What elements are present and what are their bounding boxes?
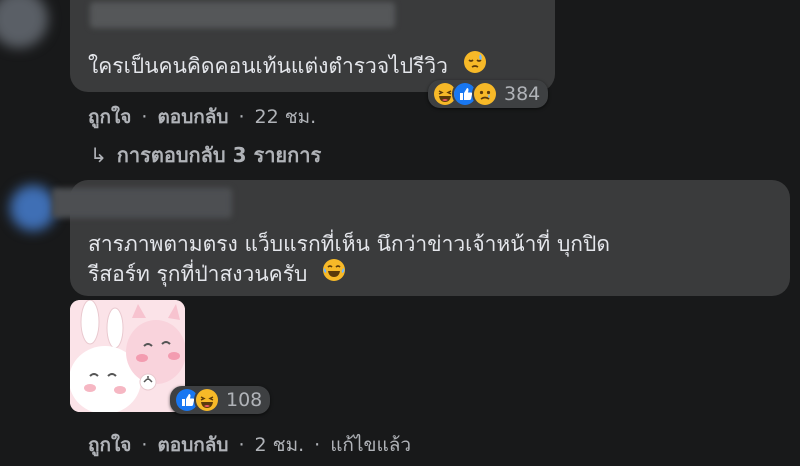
separator-dot: · [141,106,148,128]
comment-text: ใครเป็นคนคิดคอนเท้นแต่งตำรวจไปรีวิว [88,50,487,84]
reply-link[interactable]: ตอบกลับ [157,430,228,460]
like-link[interactable]: ถูกใจ [88,430,131,460]
sleepy-emoji-icon [463,50,487,84]
reaction-summary[interactable]: 108 [170,386,271,414]
reaction-summary[interactable]: 384 [428,80,549,108]
commenter-name[interactable] [90,2,395,28]
reply-arrow-icon: ↳ [90,143,107,167]
avatar[interactable] [10,185,56,231]
commenter-name[interactable] [52,188,232,218]
separator-dot: · [314,434,321,456]
timestamp[interactable]: 22 ชม. [255,102,317,132]
separator-dot: · [238,434,245,456]
sad-icon [472,81,498,107]
view-replies-link[interactable]: ↳ การตอบกลับ 3 รายการ [90,139,321,171]
haha-icon [194,387,220,413]
like-link[interactable]: ถูกใจ [88,102,131,132]
reply-link[interactable]: ตอบกลับ [157,102,228,132]
reaction-count: 384 [504,83,541,105]
sticker-image[interactable] [70,300,185,412]
edited-label[interactable]: แก้ไขแล้ว [330,430,411,460]
replies-label: การตอบกลับ 3 รายการ [116,143,322,167]
comment-actions: ถูกใจ · ตอบกลับ · 2 ชม. · แก้ไขแล้ว [88,430,411,460]
comment-text-line-2: รีสอร์ท รุกที่ป่าสงวนครับ [88,258,346,292]
separator-dot: · [238,106,245,128]
tears-of-joy-emoji-icon [322,258,346,292]
comment-text-line-1: สารภาพตามตรง แว็บแรกที่เห็น นึกว่าข่าวเจ… [88,232,610,256]
separator-dot: · [141,434,148,456]
timestamp[interactable]: 2 ชม. [255,430,305,460]
comment-actions: ถูกใจ · ตอบกลับ · 22 ชม. [88,102,316,132]
reaction-count: 108 [226,389,263,411]
avatar[interactable] [0,0,48,48]
